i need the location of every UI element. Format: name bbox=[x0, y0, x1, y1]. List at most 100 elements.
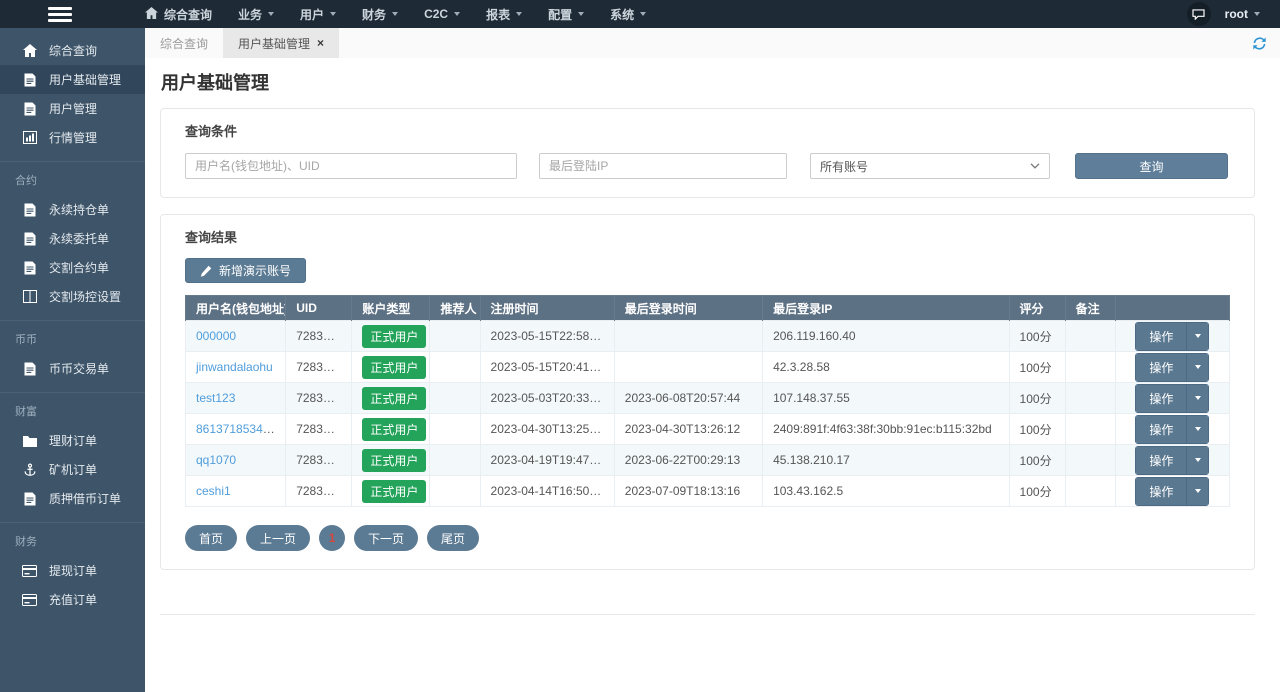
col-remark: 备注 bbox=[1065, 296, 1115, 321]
sidebar-item-perpetual-positions[interactable]: 永续持仓单 bbox=[0, 195, 145, 224]
nav-item-finance[interactable]: 财务 bbox=[349, 0, 411, 28]
username-link[interactable]: 000000 bbox=[196, 329, 236, 343]
sidebar-item-market-mgmt[interactable]: 行情管理 bbox=[0, 123, 145, 152]
nav-item-c2c[interactable]: C2C bbox=[411, 0, 473, 28]
nav-item-reports[interactable]: 报表 bbox=[473, 0, 535, 28]
row-action-dropdown-button[interactable] bbox=[1186, 447, 1208, 474]
pagination-last-button[interactable]: 尾页 bbox=[427, 525, 479, 551]
chat-icon bbox=[1192, 9, 1205, 20]
reg-time-cell: 2023-05-15T22:58:21 bbox=[480, 321, 614, 352]
row-action-button[interactable]: 操作 bbox=[1136, 385, 1186, 412]
sidebar-item-user-mgmt[interactable]: 用户管理 bbox=[0, 94, 145, 123]
row-action-dropdown-button[interactable] bbox=[1186, 385, 1208, 412]
chevron-down-icon bbox=[1254, 12, 1260, 16]
username-link[interactable]: jinwandalaohu bbox=[196, 360, 273, 374]
sidebar-item-user-basic-mgmt[interactable]: 用户基础管理 bbox=[0, 65, 145, 94]
sidebar-item-deposit-orders[interactable]: 充值订单 bbox=[0, 585, 145, 614]
row-action-button[interactable]: 操作 bbox=[1136, 323, 1186, 350]
username-link[interactable]: 8613718534531 bbox=[196, 422, 283, 436]
user-menu[interactable]: root bbox=[1225, 7, 1260, 21]
sidebar-item-perpetual-orders[interactable]: 永续委托单 bbox=[0, 224, 145, 253]
nav-item-system[interactable]: 系统 bbox=[597, 0, 659, 28]
tab-overview[interactable]: 综合查询 bbox=[145, 28, 223, 58]
table-row: test123 7283497 正式用户 2023-05-03T20:33:18… bbox=[186, 383, 1230, 414]
search-button[interactable]: 查询 bbox=[1075, 153, 1228, 179]
folder-icon bbox=[22, 435, 37, 447]
hamburger-menu-icon[interactable] bbox=[48, 7, 72, 22]
nav-item-config[interactable]: 配置 bbox=[535, 0, 597, 28]
file-icon bbox=[22, 102, 37, 116]
last-login-time-cell: 2023-06-08T20:57:44 bbox=[614, 383, 762, 414]
sidebar-section-wealth: 财富 理财订单 矿机订单 质押借币订单 bbox=[0, 392, 145, 513]
row-action-button[interactable]: 操作 bbox=[1136, 354, 1186, 381]
pagination-next-button[interactable]: 下一页 bbox=[354, 525, 418, 551]
chevron-down-icon bbox=[1195, 396, 1201, 400]
username: root bbox=[1225, 7, 1248, 21]
chevron-down-icon bbox=[578, 12, 584, 16]
sidebar-item-delivery-control-settings[interactable]: 交割场控设置 bbox=[0, 282, 145, 311]
nav-item-label: 配置 bbox=[548, 6, 572, 23]
query-panel-title: 查询条件 bbox=[185, 121, 1230, 140]
chevron-down-icon bbox=[454, 12, 460, 16]
col-username: 用户名(钱包地址) bbox=[186, 296, 286, 321]
nav-item-business[interactable]: 业务 bbox=[225, 0, 287, 28]
chevron-down-icon bbox=[1195, 427, 1201, 431]
remark-cell bbox=[1065, 445, 1115, 476]
sidebar-item-spot-trades[interactable]: 币币交易单 bbox=[0, 354, 145, 383]
top-navbar: 综合查询 业务 用户 财务 C2C 报表 配置 系统 bbox=[0, 0, 1280, 28]
refresh-button[interactable] bbox=[1252, 36, 1267, 51]
reg-time-cell: 2023-04-30T13:25:51 bbox=[480, 414, 614, 445]
sidebar-item-overview[interactable]: 综合查询 bbox=[0, 36, 145, 65]
sidebar-section-treasury: 财务 提现订单 充值订单 bbox=[0, 522, 145, 614]
tab-user-basic-mgmt[interactable]: 用户基础管理 × bbox=[223, 28, 339, 58]
username-input[interactable] bbox=[185, 153, 517, 179]
sidebar-item-delivery-contracts[interactable]: 交割合约单 bbox=[0, 253, 145, 282]
row-action-button[interactable]: 操作 bbox=[1136, 478, 1186, 505]
account-type-select[interactable]: 所有账号 bbox=[810, 153, 1050, 179]
chevron-down-icon bbox=[516, 12, 522, 16]
file-icon bbox=[22, 261, 37, 275]
row-action-dropdown-button[interactable] bbox=[1186, 478, 1208, 505]
row-action-button[interactable]: 操作 bbox=[1136, 416, 1186, 443]
home-icon bbox=[145, 7, 158, 22]
sidebar-item-withdrawal-orders[interactable]: 提现订单 bbox=[0, 556, 145, 585]
row-action-button[interactable]: 操作 bbox=[1136, 447, 1186, 474]
pagination-prev-button[interactable]: 上一页 bbox=[246, 525, 310, 551]
refresh-icon bbox=[1252, 36, 1267, 51]
close-icon[interactable]: × bbox=[317, 36, 324, 50]
columns-icon bbox=[22, 290, 37, 303]
last-login-ip-cell: 206.119.160.40 bbox=[763, 321, 1009, 352]
score-cell: 100分 bbox=[1009, 321, 1065, 352]
username-link[interactable]: ceshi1 bbox=[196, 484, 231, 498]
chevron-down-icon bbox=[1195, 365, 1201, 369]
remark-cell bbox=[1065, 414, 1115, 445]
table-row: jinwandalaohu 7283499 正式用户 2023-05-15T20… bbox=[186, 352, 1230, 383]
nav-item-overview[interactable]: 综合查询 bbox=[132, 0, 225, 28]
add-demo-account-button[interactable]: 新增演示账号 bbox=[185, 258, 306, 283]
row-action-dropdown-button[interactable] bbox=[1186, 323, 1208, 350]
pagination-first-button[interactable]: 首页 bbox=[185, 525, 237, 551]
col-last-login-ip: 最后登录IP bbox=[763, 296, 1009, 321]
last-login-ip-cell: 2409:891f:4f63:38f:30bb:91ec:b115:32bd bbox=[763, 414, 1009, 445]
sidebar-item-pledge-loan-orders[interactable]: 质押借币订单 bbox=[0, 484, 145, 513]
last-login-ip-cell: 45.138.210.17 bbox=[763, 445, 1009, 476]
chat-button[interactable] bbox=[1187, 2, 1211, 26]
sidebar-item-miner-orders[interactable]: 矿机订单 bbox=[0, 455, 145, 484]
card-icon bbox=[22, 565, 37, 577]
row-action-dropdown-button[interactable] bbox=[1186, 354, 1208, 381]
col-actions bbox=[1115, 296, 1229, 321]
uid-cell: 7283493 bbox=[286, 445, 352, 476]
add-demo-account-label: 新增演示账号 bbox=[219, 262, 291, 279]
sidebar-item-label: 交割合约单 bbox=[49, 259, 109, 276]
sidebar-item-wealth-orders[interactable]: 理财订单 bbox=[0, 426, 145, 455]
username-link[interactable]: qq1070 bbox=[196, 453, 236, 467]
row-action-dropdown-button[interactable] bbox=[1186, 416, 1208, 443]
sidebar-section-title: 币币 bbox=[0, 326, 145, 354]
sidebar: 综合查询 用户基础管理 用户管理 行情管理 合约 永续持仓单 永续委托单 bbox=[0, 28, 145, 692]
username-link[interactable]: test123 bbox=[196, 391, 235, 405]
uid-cell: 7283499 bbox=[286, 352, 352, 383]
last-login-ip-input[interactable] bbox=[539, 153, 787, 179]
reg-time-cell: 2023-04-19T19:47:21 bbox=[480, 445, 614, 476]
nav-item-user[interactable]: 用户 bbox=[287, 0, 349, 28]
pagination-current-page[interactable]: 1 bbox=[319, 525, 345, 551]
